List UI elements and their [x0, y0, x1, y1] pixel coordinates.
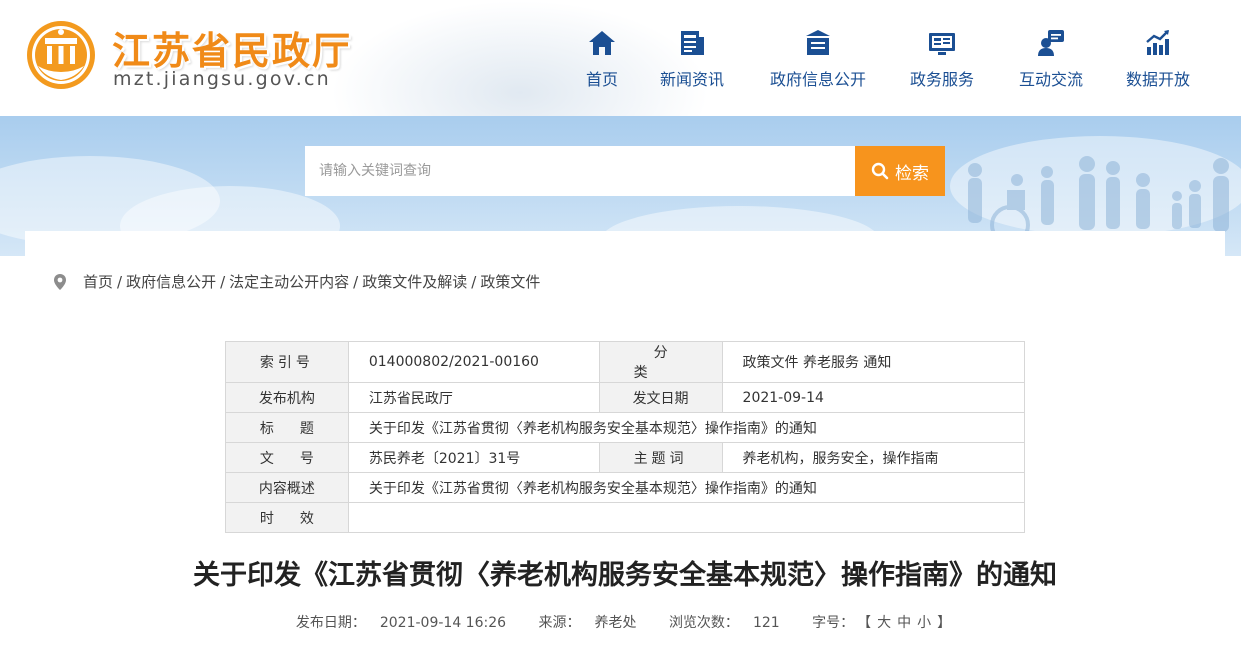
news-icon [681, 31, 704, 55]
site-header: 江苏省民政厅 mzt.jiangsu.gov.cn 首页 新闻资讯 政府信息公开… [0, 0, 1241, 116]
home-icon [589, 31, 615, 55]
data-chart-icon [1146, 30, 1169, 55]
category-label: 分类 [598, 341, 723, 383]
article-meta: 发布日期： 2021-09-14 16:26 来源： 养老处 浏览次数： 121 字号… [0, 612, 1241, 632]
table-row: 标题 关于印发《江苏省贯彻〈养老机构服务安全基本规范〉操作指南》的通知 [225, 412, 1026, 443]
search-button[interactable]: 检索 [855, 146, 945, 196]
font-size-switcher: 字号：【大中小】 [812, 615, 952, 631]
title-label: 标题 [225, 412, 349, 443]
breadcrumb-statutory-content[interactable]: 法定主动公开内容 [229, 271, 349, 292]
article-title: 关于印发《江苏省贯彻〈养老机构服务安全基本规范〉操作指南》的通知 [193, 560, 1057, 591]
doc-no-label: 文号 [225, 442, 349, 473]
table-row: 内容概述 关于印发《江苏省贯彻〈养老机构服务安全基本规范〉操作指南》的通知 [225, 472, 1026, 503]
table-row: 发布机构 江苏省民政厅 发文日期 2021-09-14 [225, 382, 1026, 413]
breadcrumb-separator: / [353, 272, 359, 291]
nav-news[interactable]: 新闻资讯 [656, 28, 728, 98]
nav-service[interactable]: 政务服务 [906, 28, 978, 98]
location-pin-icon [54, 273, 66, 290]
document-info-table: 索引号 014000802/2021-00160 分类 政策文件 养老服务 通知… [225, 341, 1026, 533]
breadcrumb-separator: / [220, 272, 226, 291]
nav-open-data[interactable]: 数据开放 [1122, 28, 1194, 98]
keywords-label: 主题词 [598, 442, 723, 473]
nav-open-data-label: 数据开放 [1125, 70, 1190, 89]
font-size-small-button[interactable]: 小 [917, 615, 931, 631]
source: 来源： 养老处 [538, 615, 637, 631]
view-count: 浏览次数： 121 [668, 615, 780, 631]
nav-home[interactable]: 首页 [583, 28, 621, 98]
nav-news-label: 新闻资讯 [659, 70, 724, 89]
nav-home-label: 首页 [585, 70, 618, 89]
table-row: 时效 [225, 502, 1026, 533]
table-row: 文号 苏民养老〔2021〕31号 主题词 养老机构，服务安全，操作指南 [225, 442, 1026, 473]
title-value: 关于印发《江苏省贯彻〈养老机构服务安全基本规范〉操作指南》的通知 [347, 412, 1026, 443]
nav-disclosure[interactable]: 政府信息公开 [766, 28, 870, 98]
summary-value: 关于印发《江苏省贯彻〈养老机构服务安全基本规范〉操作指南》的通知 [347, 472, 1026, 503]
font-size-large-button[interactable]: 大 [877, 615, 891, 631]
breadcrumb-policy-documents[interactable]: 政策文件 [480, 271, 540, 292]
nav-service-label: 政务服务 [909, 70, 974, 89]
validity-value [347, 502, 1026, 533]
category-value: 政策文件 养老服务 通知 [721, 341, 1026, 383]
breadcrumb: 首页 / 政府信息公开 / 法定主动公开内容 / 政策文件及解读 / 政策文件 [53, 271, 540, 292]
index-no-value: 014000802/2021-00160 [347, 341, 600, 383]
header-mountain-mist [330, 0, 710, 116]
keywords-value: 养老机构，服务安全，操作指南 [721, 442, 1026, 473]
nav-interaction-label: 互动交流 [1018, 70, 1083, 89]
summary-label: 内容概述 [225, 472, 349, 503]
civil-affairs-emblem-icon[interactable] [26, 20, 96, 90]
breadcrumb-separator: / [471, 272, 477, 291]
breadcrumb-policy-interpretation[interactable]: 政策文件及解读 [362, 271, 467, 292]
table-row: 索引号 014000802/2021-00160 分类 政策文件 养老服务 通知 [225, 341, 1026, 383]
issue-date-label: 发文日期 [598, 382, 723, 413]
search-icon [871, 162, 889, 180]
nav-disclosure-label: 政府信息公开 [769, 70, 866, 89]
site-domain: mzt.jiangsu.gov.cn [113, 68, 331, 90]
interaction-icon [1038, 30, 1064, 56]
nav-interaction[interactable]: 互动交流 [1015, 28, 1087, 98]
validity-label: 时效 [225, 502, 349, 533]
publish-date: 发布日期： 2021-09-14 16:26 [295, 615, 507, 631]
service-icon [929, 33, 955, 55]
breadcrumb-separator: / [117, 272, 123, 291]
font-size-bracket-open: 【 [864, 615, 872, 631]
doc-no-value: 苏民养老〔2021〕31号 [347, 442, 600, 473]
search-input[interactable] [305, 146, 855, 196]
disclosure-icon [806, 30, 830, 55]
breadcrumb-home[interactable]: 首页 [83, 271, 113, 292]
site-title[interactable]: 江苏省民政厅 [112, 20, 352, 75]
font-size-medium-button[interactable]: 中 [897, 615, 911, 631]
font-size-bracket-close: 】 [937, 615, 952, 631]
breadcrumb-disclosure[interactable]: 政府信息公开 [126, 271, 216, 292]
issuer-label: 发布机构 [225, 382, 349, 413]
issue-date-value: 2021-09-14 [721, 382, 1026, 413]
index-no-label: 索引号 [225, 341, 349, 383]
search-button-label: 检索 [895, 163, 929, 184]
issuer-value: 江苏省民政厅 [347, 382, 600, 413]
